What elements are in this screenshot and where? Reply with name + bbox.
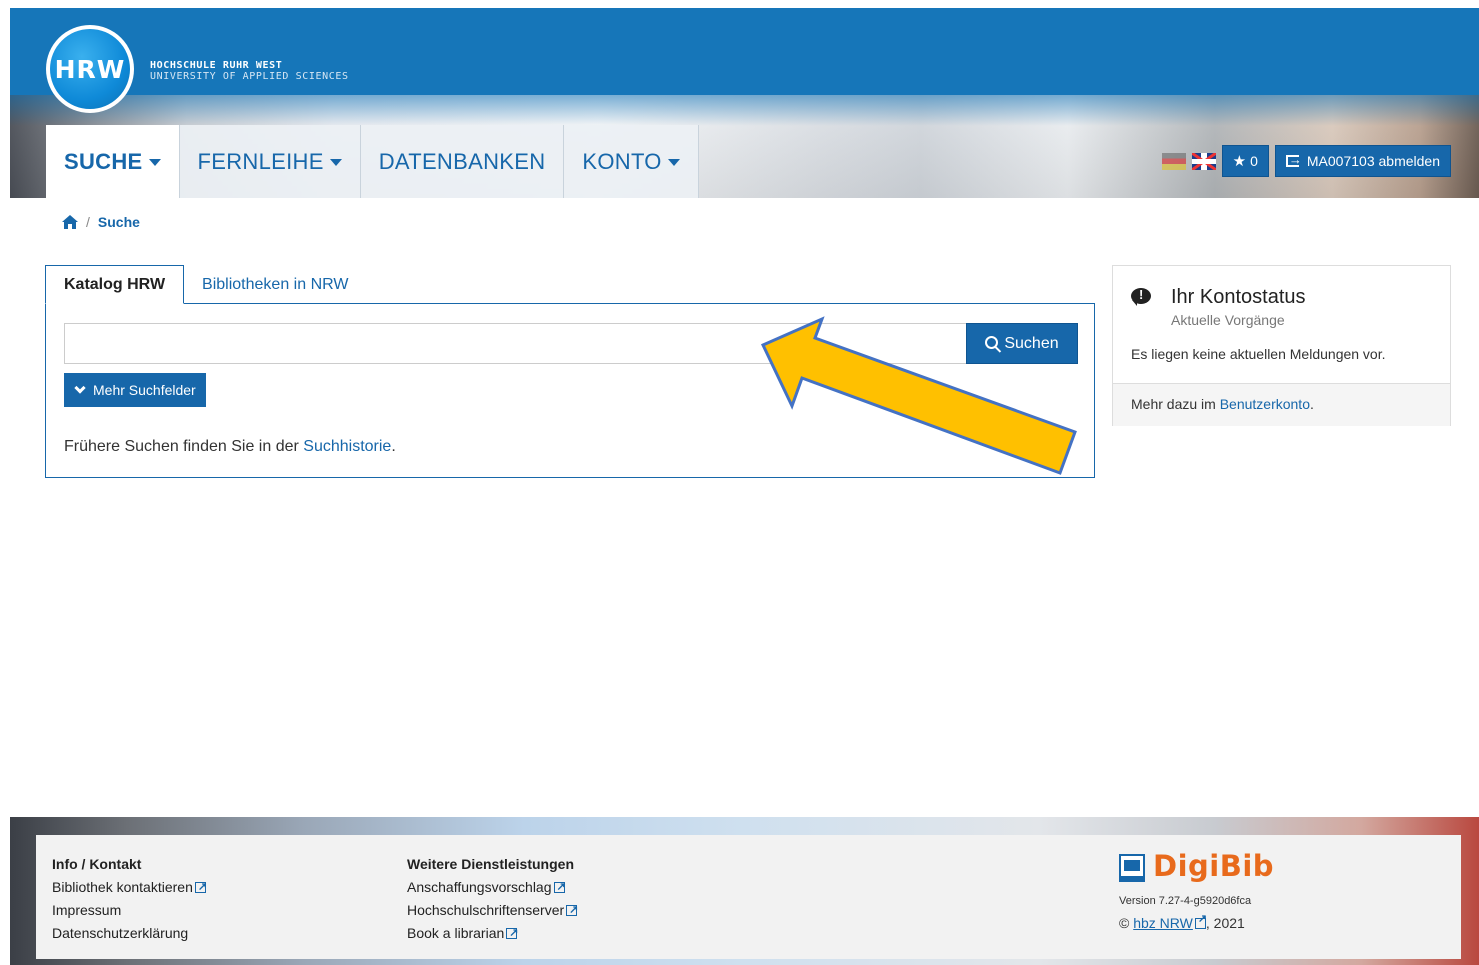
tab-katalog-hrw[interactable]: Katalog HRW (45, 265, 185, 304)
account-footer-suffix: . (1310, 396, 1314, 412)
footer-link-contact[interactable]: Bibliothek kontaktieren (52, 876, 207, 899)
account-status-message: Es liegen keine aktuellen Meldungen vor. (1131, 346, 1386, 362)
university-name-line2: UNIVERSITY OF APPLIED SCIENCES (150, 71, 349, 82)
nav-fernleihe-label: FERNLEIHE (197, 148, 324, 174)
logout-button[interactable]: MA007103 abmelden (1274, 145, 1451, 177)
star-icon: ★ (1232, 153, 1247, 170)
footer-link-book-librarian[interactable]: Book a librarian (407, 922, 577, 945)
caret-down-icon (148, 159, 161, 166)
hbz-nrw-link[interactable]: hbz NRW (1133, 915, 1193, 931)
university-name: HOCHSCHULE RUHR WEST UNIVERSITY OF APPLI… (150, 60, 349, 82)
external-link-icon (506, 922, 519, 945)
version-text: Version 7.27-4-g5920d6fca (1119, 895, 1252, 907)
home-icon[interactable] (62, 215, 78, 229)
breadcrumb: / Suche (62, 214, 140, 230)
favorites-button[interactable]: ★ 0 (1221, 145, 1269, 177)
university-name-line1: HOCHSCHULE RUHR WEST (150, 60, 283, 71)
logout-icon (1285, 152, 1302, 167)
account-status-title: Ihr Kontostatus (1171, 286, 1306, 308)
footer-link-privacy[interactable]: Datenschutzerklärung (52, 922, 206, 945)
caret-down-icon (329, 159, 342, 166)
favorites-count: 0 (1250, 153, 1258, 169)
account-footer-prefix: Mehr dazu im (1131, 396, 1220, 412)
footer-services-heading: Weitere Dienstleistungen (407, 856, 575, 872)
german-flag-icon[interactable] (1161, 152, 1186, 170)
chevron-down-icon (74, 382, 86, 394)
external-link-icon (194, 876, 207, 899)
search-history-text: Frühere Suchen finden Sie in der Suchhis… (64, 438, 396, 456)
nav-fernleihe[interactable]: FERNLEIHE (179, 125, 361, 198)
digibib-logo[interactable]: DigiBib (1119, 849, 1274, 883)
tab-bibliotheken-nrw[interactable]: Bibliotheken in NRW (184, 265, 366, 304)
footer-info-heading: Info / Kontakt (52, 856, 142, 872)
main-nav: SUCHE FERNLEIHE DATENBANKEN KONTO (46, 125, 699, 198)
breadcrumb-separator: / (86, 214, 90, 230)
footer-link-impressum[interactable]: Impressum (52, 899, 206, 922)
footer-info-column: Info / Kontakt Bibliothek kontaktieren I… (52, 853, 207, 945)
nav-suche-label: SUCHE (64, 148, 143, 174)
footer-link-thesis-server[interactable]: Hochschulschriftenserver (407, 899, 578, 922)
account-status-panel: Ihr Kontostatus Aktuelle Vorgänge Es lie… (1112, 265, 1451, 426)
caret-down-icon (667, 159, 680, 166)
user-account-link[interactable]: Benutzerkonto (1220, 396, 1310, 412)
footer-link-acquisition[interactable]: Anschaffungsvorschlag (407, 876, 577, 899)
uk-flag-icon[interactable] (1191, 152, 1216, 170)
annotation-arrow-icon (760, 316, 1077, 475)
digibib-icon (1119, 854, 1145, 882)
site-footer: Info / Kontakt Bibliothek kontaktieren I… (36, 835, 1461, 959)
digibib-name: DigiBib (1153, 849, 1275, 883)
more-search-fields-label: Mehr Suchfelder (93, 382, 196, 398)
footer-services-column: Weitere Dienstleistungen Anschaffungsvor… (407, 853, 578, 945)
nav-suche[interactable]: SUCHE (46, 125, 180, 198)
search-tabs: Katalog HRW Bibliotheken in NRW (45, 265, 366, 304)
nav-datenbanken-label: DATENBANKEN (378, 148, 546, 174)
history-suffix: . (391, 438, 396, 455)
nav-konto[interactable]: KONTO (564, 125, 699, 198)
hrw-logo[interactable]: HRW (46, 25, 134, 113)
copyright-text: © hbz NRW, 2021 (1119, 912, 1245, 931)
header-tools: ★ 0 MA007103 abmelden (1161, 145, 1451, 177)
external-link-icon (553, 876, 566, 899)
comment-alert-icon (1131, 287, 1151, 306)
history-prefix: Frühere Suchen finden Sie in der (64, 438, 304, 455)
external-link-icon (566, 899, 578, 922)
breadcrumb-current: Suche (97, 214, 140, 230)
logo-text: HRW (50, 29, 130, 109)
nav-datenbanken[interactable]: DATENBANKEN (360, 125, 565, 198)
logout-label: MA007103 abmelden (1306, 153, 1440, 169)
account-status-subtitle: Aktuelle Vorgänge (1171, 312, 1285, 328)
account-status-footer: Mehr dazu im Benutzerkonto. (1113, 383, 1450, 426)
more-search-fields-button[interactable]: Mehr Suchfelder (64, 373, 206, 407)
search-history-link[interactable]: Suchhistorie (303, 438, 391, 455)
external-link-icon (1194, 912, 1207, 929)
nav-konto-label: KONTO (582, 148, 662, 174)
